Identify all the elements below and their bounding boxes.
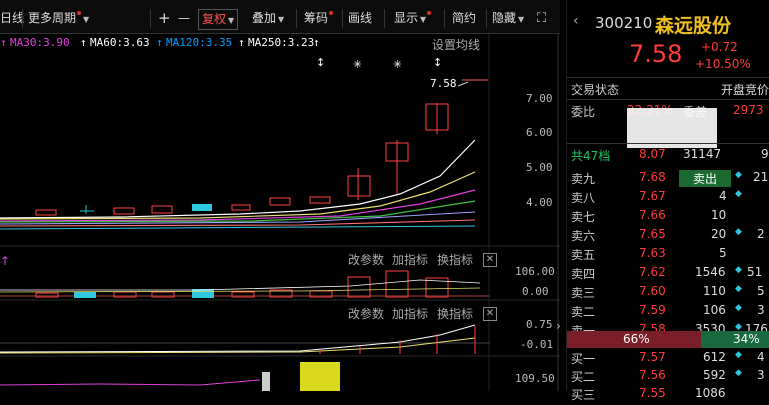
bid-row[interactable]: 买一 7.57 612 ◆ 4 bbox=[567, 350, 769, 369]
candle bbox=[35, 209, 57, 216]
ask-row[interactable]: 卖二 7.59 106 ◆ 3 bbox=[567, 303, 769, 322]
ask-marker-icon: ◆ bbox=[735, 227, 742, 237]
ask-row[interactable]: 卖九 7.68 卖出 ◆ 21 bbox=[567, 170, 769, 189]
price-tick: 6.00 bbox=[526, 126, 553, 139]
dif-line bbox=[0, 324, 476, 353]
ask-marker-icon: ◆ bbox=[735, 284, 742, 294]
expand-icon[interactable]: ‹ bbox=[573, 13, 579, 29]
vol-switch-indicator-button[interactable]: 换指标 bbox=[437, 251, 473, 268]
candle bbox=[309, 196, 331, 204]
volume-bar bbox=[347, 276, 371, 298]
collapse-panel-icon[interactable]: › bbox=[556, 319, 560, 333]
ask-row[interactable]: 卖八 7.67 4 ◆ bbox=[567, 189, 769, 208]
trade-status-value: 开盘竞价 bbox=[721, 83, 769, 97]
last-price-label: 7.58 bbox=[430, 77, 457, 90]
total-extra: 9 bbox=[761, 147, 769, 161]
total-price: 8.07 bbox=[639, 147, 666, 161]
stock-name: 森远股份 bbox=[655, 15, 732, 37]
candle bbox=[231, 204, 251, 211]
bid-marker-icon: ◆ bbox=[735, 368, 742, 378]
price-change: +0.72 bbox=[701, 40, 738, 54]
price-change-pct: +10.50% bbox=[695, 57, 751, 71]
bid-row[interactable]: 买三 7.55 1086 bbox=[567, 386, 769, 405]
trade-status-label: 交易状态 bbox=[571, 83, 620, 97]
vol-tick: 0.00 bbox=[522, 285, 549, 298]
svg-text:↑: ↑ bbox=[0, 254, 10, 268]
bottom-tick: 109.50 bbox=[515, 372, 555, 385]
bid-ask-ratio-bar: 66% 34% bbox=[567, 331, 769, 348]
bid-row[interactable]: 买二 7.56 592 ◆ 3 bbox=[567, 368, 769, 387]
candle bbox=[192, 204, 212, 211]
total-volume: 31147 bbox=[683, 147, 722, 161]
quote-panel: ‹ 300210 森远股份 7.58 +0.72 +10.50% 交易状态 开盘… bbox=[566, 0, 769, 402]
ask-marker-icon: ◆ bbox=[735, 265, 742, 275]
sell-out-button[interactable]: 卖出 bbox=[679, 170, 731, 187]
vol-close-icon[interactable]: ✕ bbox=[483, 253, 497, 267]
ask-pct: 34% bbox=[733, 332, 760, 346]
volume-bar bbox=[385, 270, 409, 298]
bottom-indicator-line bbox=[0, 379, 261, 386]
macd-params-button[interactable]: 改参数 bbox=[348, 305, 384, 322]
vol-add-indicator-button[interactable]: 加指标 bbox=[392, 251, 428, 268]
ask-marker-icon: ◆ bbox=[735, 189, 742, 199]
ask-row[interactable]: 卖三 7.60 110 ◆ 5 bbox=[567, 284, 769, 303]
candle bbox=[151, 205, 173, 214]
macd-add-indicator-button[interactable]: 加指标 bbox=[392, 305, 428, 322]
macd-switch-indicator-button[interactable]: 换指标 bbox=[437, 305, 473, 322]
ask-row[interactable]: 卖七 7.66 10 bbox=[567, 208, 769, 227]
candle bbox=[269, 197, 291, 206]
ask-row[interactable]: 卖四 7.62 1546 ◆ 51 bbox=[567, 265, 769, 284]
ma-line bbox=[0, 225, 476, 230]
macd-close-icon[interactable]: ✕ bbox=[483, 307, 497, 321]
price-tick: 5.00 bbox=[526, 161, 553, 174]
vol-params-button[interactable]: 改参数 bbox=[348, 251, 384, 268]
marker-icon: ↕ bbox=[433, 56, 442, 69]
price-tick: 7.00 bbox=[526, 92, 553, 105]
marker-icon: ↕ bbox=[316, 56, 325, 69]
candle bbox=[347, 175, 371, 197]
macd-tick: 0.75 bbox=[526, 318, 553, 331]
ask-marker-icon: ◆ bbox=[735, 170, 742, 180]
bid-pct: 66% bbox=[623, 332, 650, 346]
ask-marker-icon: ◆ bbox=[735, 303, 742, 313]
star-marker-icon: ✳ bbox=[393, 58, 402, 71]
bid-marker-icon: ◆ bbox=[735, 350, 742, 360]
current-price: 7.58 bbox=[629, 40, 683, 68]
bid-diff-value: 2973 bbox=[733, 103, 764, 117]
price-tick: 4.00 bbox=[526, 196, 553, 209]
ask-row[interactable]: 卖五 7.63 5 bbox=[567, 246, 769, 265]
highlight-block bbox=[300, 362, 340, 391]
ask-row[interactable]: 卖六 7.65 20 ◆ 2 bbox=[567, 227, 769, 246]
candle bbox=[113, 207, 135, 215]
kline-chart[interactable]: ↕ ✳ ✳ ↕ ↑ › bbox=[0, 0, 560, 391]
bid-ratio-label: 委比 bbox=[571, 105, 596, 119]
vol-tick: 106.00 bbox=[515, 265, 555, 278]
macd-tick: -0.01 bbox=[520, 338, 554, 351]
volume-bar bbox=[74, 292, 96, 298]
total-levels-label: 共47档 bbox=[571, 149, 611, 163]
popup-overlay bbox=[627, 108, 717, 148]
star-marker-icon: ✳ bbox=[353, 58, 362, 71]
stock-code: 300210 bbox=[595, 14, 653, 32]
